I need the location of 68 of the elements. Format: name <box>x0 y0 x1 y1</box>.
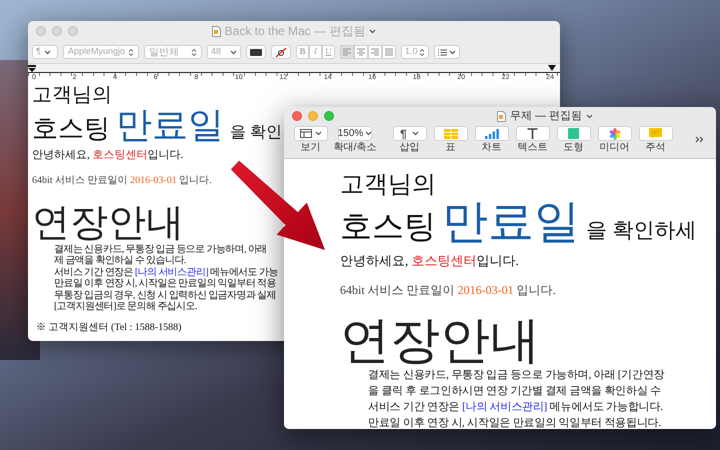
stepper-arrows-icon <box>419 48 425 56</box>
flower-icon <box>608 128 620 140</box>
close-button[interactable] <box>36 26 46 36</box>
minimize-button[interactable] <box>308 111 318 121</box>
sidebar-layout-icon <box>300 129 312 138</box>
bar-chart-icon <box>484 128 498 138</box>
chevron-down-icon <box>365 131 372 136</box>
zoom-button[interactable] <box>324 111 334 121</box>
paragraph-line: 만료일 이후 연장 시, 시작일은 만료일의 익일부터 적용 <box>54 278 276 290</box>
chart-button[interactable]: 차트 <box>471 126 512 154</box>
table-icon <box>444 128 458 138</box>
close-button[interactable] <box>292 111 302 121</box>
zoom-button[interactable] <box>68 26 78 36</box>
notice-text: 64bit 서비스 만료일이 2016-03-01 입니다. <box>340 282 556 298</box>
intro-text: 안녕하세요, 호스팅센터 입니다. <box>340 252 519 270</box>
align-left-icon[interactable] <box>340 45 354 59</box>
align-right-icon[interactable] <box>368 45 382 59</box>
chevron-down-icon <box>314 131 322 136</box>
media-button[interactable]: 미디어 <box>594 126 635 154</box>
justify-icon[interactable] <box>382 45 396 59</box>
align-center-icon[interactable] <box>354 45 368 59</box>
list-style-button[interactable] <box>434 45 460 59</box>
view-button[interactable]: 보기 <box>290 126 331 154</box>
list-icon <box>438 48 447 56</box>
text-button[interactable]: 텍스트 <box>512 126 553 154</box>
comment-button[interactable]: 주석 <box>635 126 676 154</box>
paragraph-line: 을 클릭 후 로그인하시면 연장 기간별 결제 금액을 확인하실 수 <box>368 384 661 398</box>
paragraph-line: 결제는 신용카드, 무통장 입금 등으로 가능하며, 아래 <box>54 244 267 255</box>
text-color-button[interactable] <box>246 45 266 59</box>
insert-button[interactable]: ¶ 삽입 <box>389 126 430 154</box>
paragraph-line: 결제는 신용카드, 무통장 입금 등으로 가능하며, 아래 [기간연장 <box>368 368 664 382</box>
intro-text: 안녕하세요, 호스팅센터 입니다. <box>32 148 184 163</box>
paragraph-line: [고객지원센터]로 문의해 주십시오. <box>54 301 197 312</box>
window-title: 무제 — 편집됨 <box>510 108 582 124</box>
section-heading: 연장안내 <box>340 312 540 366</box>
greeting-heading: 고객님의 <box>340 171 436 199</box>
table-button[interactable]: 표 <box>430 126 471 154</box>
chevron-down-icon <box>44 50 51 54</box>
paragraph-line: 제 금액을 확인하실 수 있습니다. <box>54 255 186 266</box>
chevron-down-icon <box>369 28 376 34</box>
zoom-dropdown[interactable]: 150% 확대/축소 <box>331 126 379 154</box>
headline-text: 호스팅 만료일 을 확인하세 <box>340 199 696 245</box>
notice-text: 64bit 서비스 만료일이 2016-03-01 입니다. <box>32 174 212 188</box>
paragraph-line: 만료일 이후 연장 시, 시작일은 만료일의 익일부터 적용됩니다. <box>368 416 661 429</box>
chevron-down-icon <box>449 50 456 54</box>
document-icon <box>212 26 221 36</box>
shape-button[interactable]: 도형 <box>553 126 594 154</box>
comment-note-icon <box>649 128 662 139</box>
window-title: Back to the Mac — 편집됨 <box>224 23 366 40</box>
paragraph-line: 무통장 입금의 경우, 신청 시 입력하신 입금자명과 실제 <box>54 290 276 301</box>
headline-text: 호스팅 만료일 을 확인 <box>32 107 282 143</box>
chevron-down-icon <box>586 114 594 118</box>
paragraph-line: 서비스 기간 연장은 [나의 서비스관리] 메뉴에서도 가능 <box>54 266 278 278</box>
chevron-down-icon <box>230 50 237 54</box>
more-chevrons-icon[interactable] <box>695 136 704 143</box>
stepper-arrows-icon <box>128 48 134 56</box>
minimize-button[interactable] <box>52 26 62 36</box>
section-heading: 연장안내 <box>32 202 184 244</box>
chevron-down-icon <box>412 131 419 136</box>
greeting-heading: 고객님의 <box>32 83 112 107</box>
paragraph-line: 서비스 기간 연장은 [나의 서비스관리] 메뉴에서도 가능합니다. <box>368 400 663 414</box>
text-tool-icon <box>527 128 538 139</box>
square-shape-icon <box>568 128 579 139</box>
footer-text: ※ 고객지원센터 (Tel : 1588-1588) <box>35 320 182 334</box>
indent-marker-icon[interactable] <box>28 65 36 72</box>
document-icon <box>496 110 506 122</box>
stepper-arrows-icon <box>191 48 197 56</box>
highlight-color-button[interactable] <box>271 45 291 59</box>
